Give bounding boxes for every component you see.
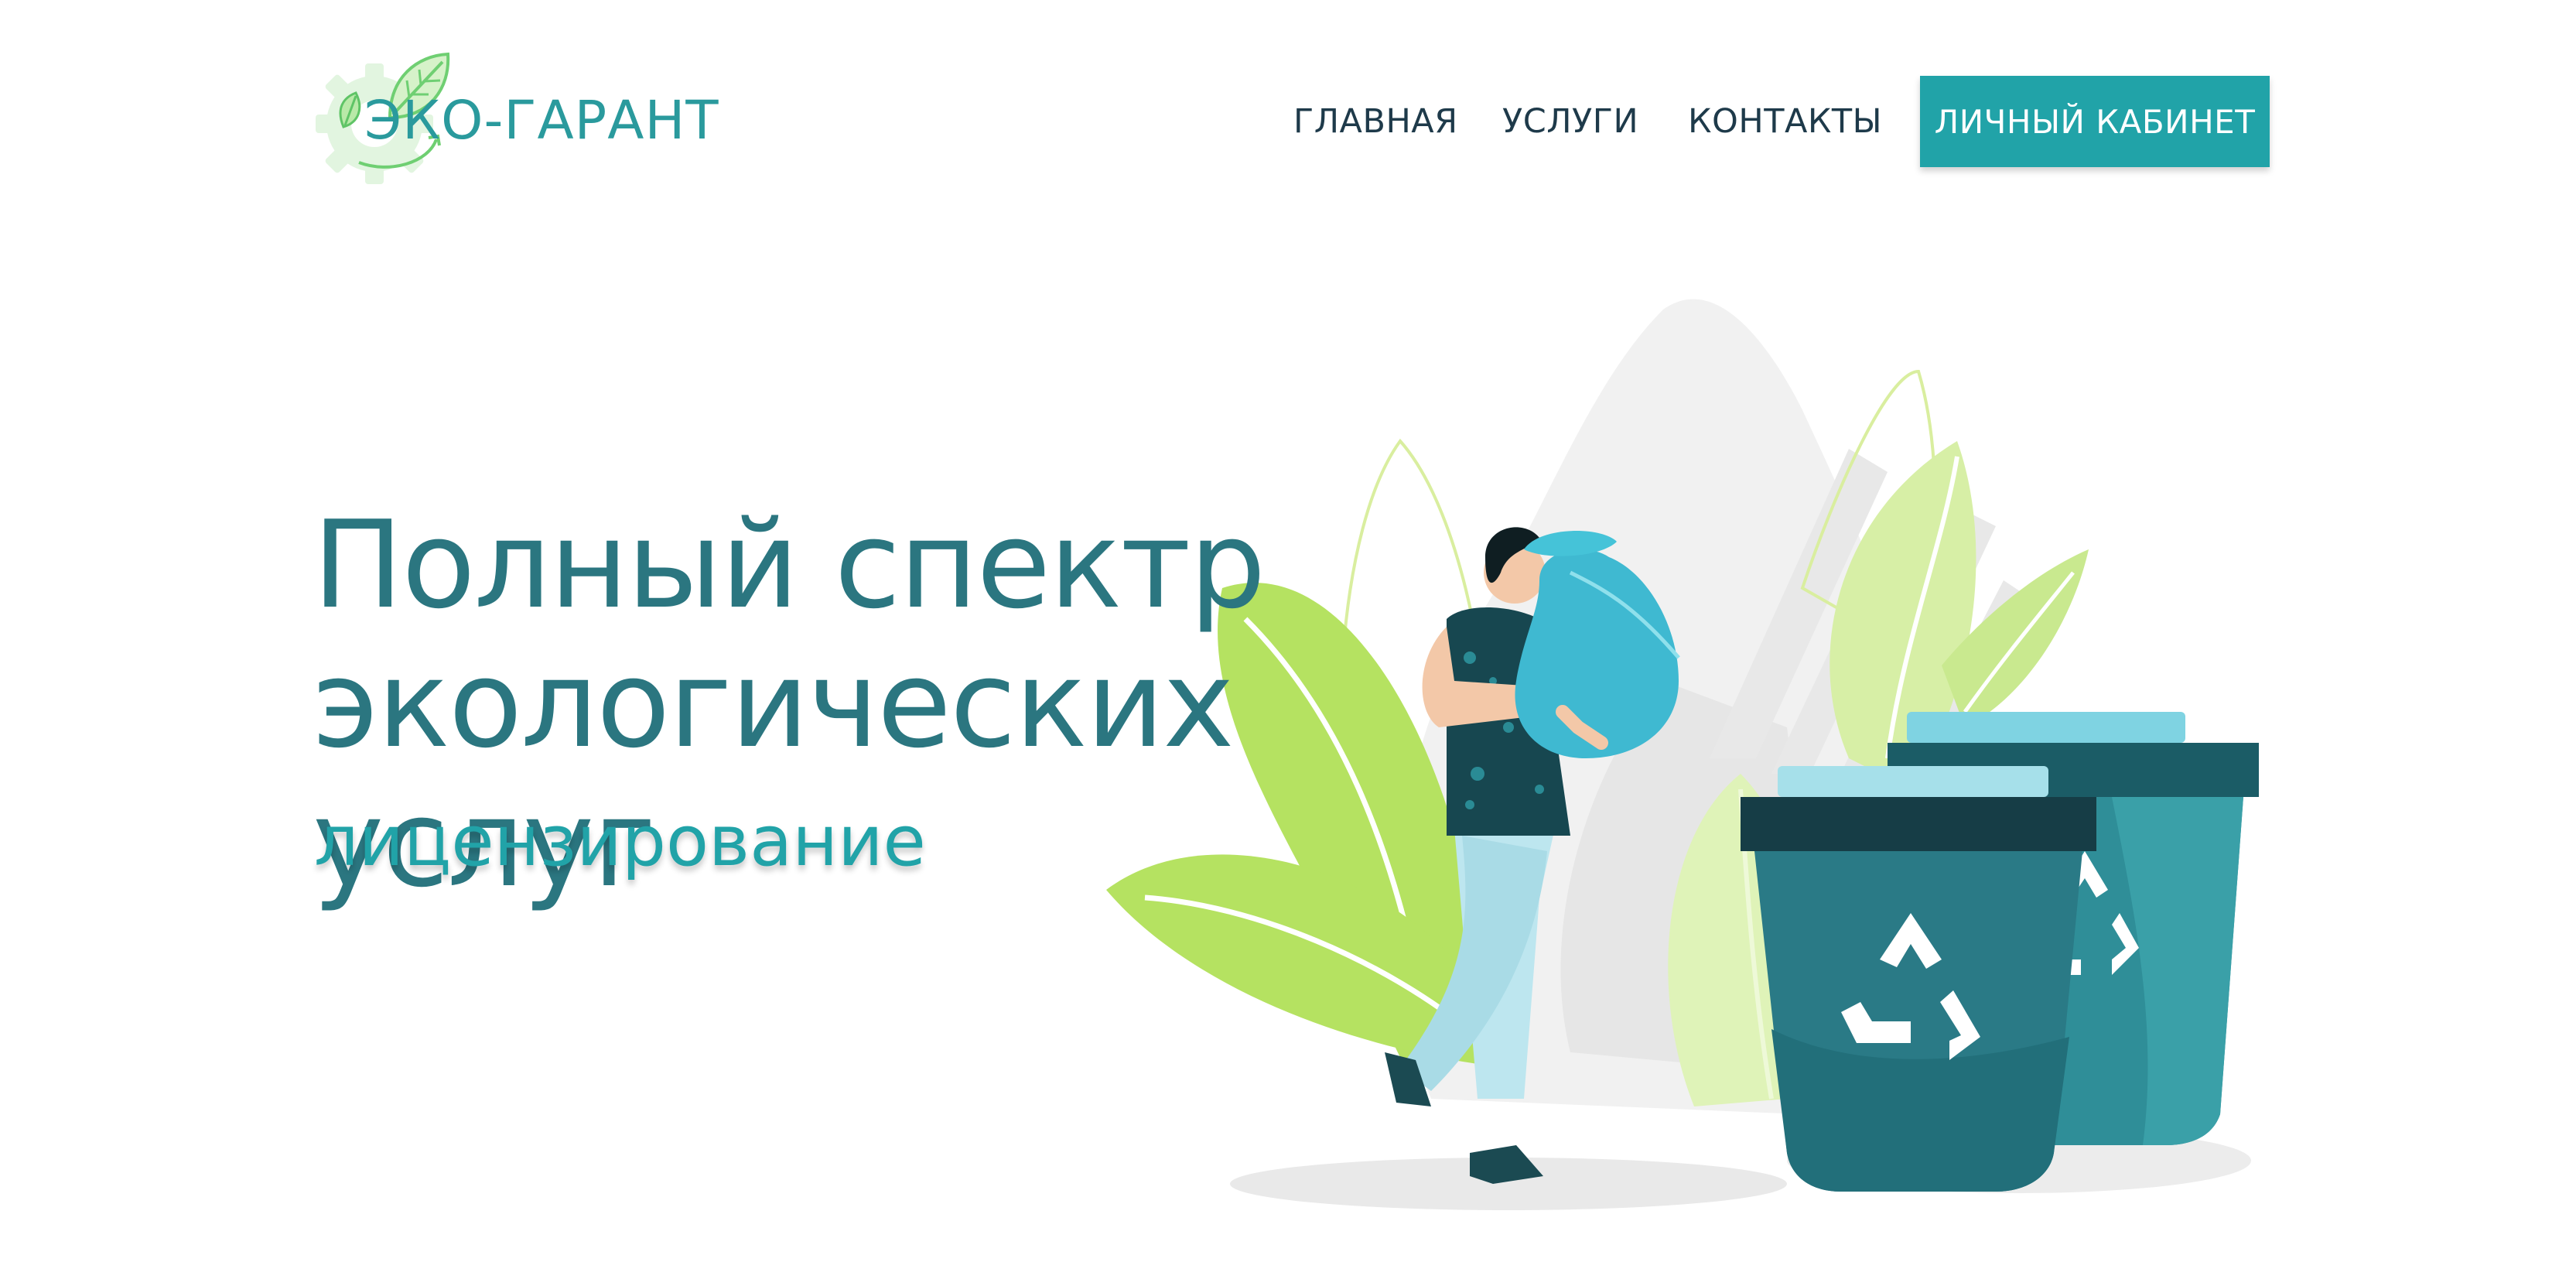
account-button[interactable]: ЛИЧНЫЙ КАБИНЕТ xyxy=(1920,76,2270,167)
nav-link-home[interactable]: ГЛАВНАЯ xyxy=(1293,102,1458,141)
hero-subtitle: лицензирование xyxy=(314,801,926,882)
nav-link-contacts[interactable]: КОНТАКТЫ xyxy=(1688,102,1882,141)
nav-link-services[interactable]: УСЛУГИ xyxy=(1502,102,1638,141)
main-nav: ГЛАВНАЯ УСЛУГИ КОНТАКТЫ ЛИЧНЫЙ КАБИНЕТ xyxy=(0,76,2576,169)
hero-title-line1: Полный спектр xyxy=(313,494,1266,635)
